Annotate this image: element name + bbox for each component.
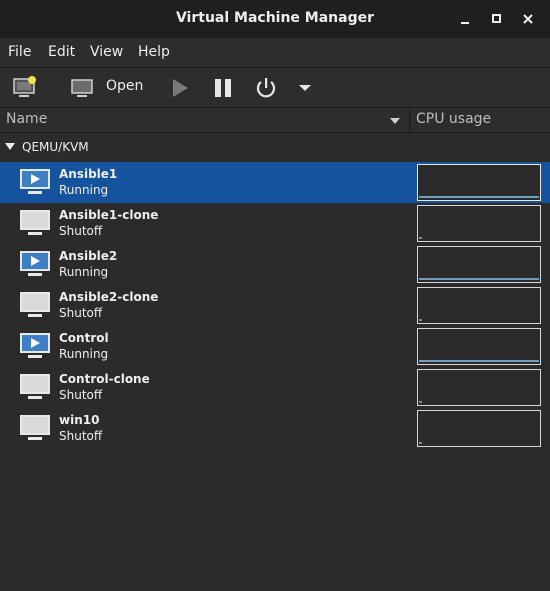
cpu-usage-graph xyxy=(417,369,541,406)
vm-shutoff-icon xyxy=(20,374,50,399)
vm-name: Control-clone xyxy=(59,372,150,386)
menu-bar: File Edit View Help xyxy=(0,38,550,68)
connection-label: QEMU/KVM xyxy=(22,140,89,154)
new-vm-icon xyxy=(13,76,36,97)
vm-row-ansible2-clone[interactable]: Ansible2-clone Shutoff xyxy=(0,285,550,326)
vm-row-win10[interactable]: win10 Shutoff xyxy=(0,408,550,449)
vm-shutoff-icon xyxy=(20,292,50,317)
connection-group[interactable]: QEMU/KVM xyxy=(0,133,550,161)
vm-name: Control xyxy=(59,331,109,345)
vm-name: win10 xyxy=(59,413,100,427)
menu-edit[interactable]: Edit xyxy=(48,44,75,60)
vm-row-control[interactable]: Control Running xyxy=(0,326,550,367)
vm-row-ansible2[interactable]: Ansible2 Running xyxy=(0,244,550,285)
close-icon xyxy=(523,14,533,24)
menu-view[interactable]: View xyxy=(90,44,123,60)
cpu-usage-graph xyxy=(417,246,541,283)
vm-name: Ansible2 xyxy=(59,249,118,263)
maximize-button[interactable] xyxy=(487,9,507,29)
chevron-down-icon xyxy=(299,85,311,91)
minimize-button[interactable] xyxy=(455,9,475,29)
pause-button[interactable] xyxy=(211,76,235,100)
vm-status: Shutoff xyxy=(59,429,103,443)
cpu-usage-graph xyxy=(417,164,541,201)
expander-icon[interactable] xyxy=(5,143,15,151)
shutdown-menu-button[interactable] xyxy=(296,80,314,96)
monitor-icon xyxy=(71,79,93,97)
vm-list: QEMU/KVM Ansible1 Running Ansible1-clone… xyxy=(0,133,550,591)
column-name[interactable]: Name xyxy=(6,111,47,127)
run-button[interactable] xyxy=(168,76,192,100)
vm-status: Shutoff xyxy=(59,306,103,320)
vm-running-icon xyxy=(20,333,50,358)
play-icon xyxy=(173,79,188,97)
vm-shutoff-icon xyxy=(20,210,50,235)
vm-name: Ansible2-clone xyxy=(59,290,159,304)
vm-name: Ansible1-clone xyxy=(59,208,159,222)
close-button[interactable] xyxy=(518,9,538,29)
sort-arrow-icon[interactable] xyxy=(389,117,401,125)
cpu-usage-graph xyxy=(417,410,541,447)
toolbar: Open xyxy=(0,68,550,108)
cpu-usage-graph xyxy=(417,328,541,365)
pause-icon xyxy=(215,79,231,97)
open-button[interactable] xyxy=(68,76,96,100)
vm-status: Shutoff xyxy=(59,388,103,402)
vm-row-control-clone[interactable]: Control-clone Shutoff xyxy=(0,367,550,408)
vm-shutoff-icon xyxy=(20,415,50,440)
vm-status: Shutoff xyxy=(59,224,103,238)
vm-name: Ansible1 xyxy=(59,167,118,181)
vm-status: Running xyxy=(59,265,109,279)
shutdown-button[interactable] xyxy=(253,76,279,100)
vm-status: Running xyxy=(59,347,109,361)
vm-row-ansible1[interactable]: Ansible1 Running xyxy=(0,162,550,203)
cpu-usage-graph xyxy=(417,205,541,242)
column-separator xyxy=(409,108,410,133)
title-bar: Virtual Machine Manager xyxy=(0,0,550,38)
vm-status: Running xyxy=(59,183,109,197)
power-icon xyxy=(256,78,276,98)
minimize-icon xyxy=(461,22,469,24)
open-button-label[interactable]: Open xyxy=(106,78,143,94)
vm-running-icon xyxy=(20,251,50,276)
menu-file[interactable]: File xyxy=(8,44,31,60)
column-header: Name CPU usage xyxy=(0,108,550,133)
menu-help[interactable]: Help xyxy=(138,44,170,60)
vm-row-ansible1-clone[interactable]: Ansible1-clone Shutoff xyxy=(0,203,550,244)
maximize-icon xyxy=(492,14,501,23)
vm-running-icon xyxy=(20,169,50,194)
column-cpu-usage[interactable]: CPU usage xyxy=(416,111,491,127)
cpu-usage-graph xyxy=(417,287,541,324)
new-vm-button[interactable] xyxy=(10,74,40,102)
